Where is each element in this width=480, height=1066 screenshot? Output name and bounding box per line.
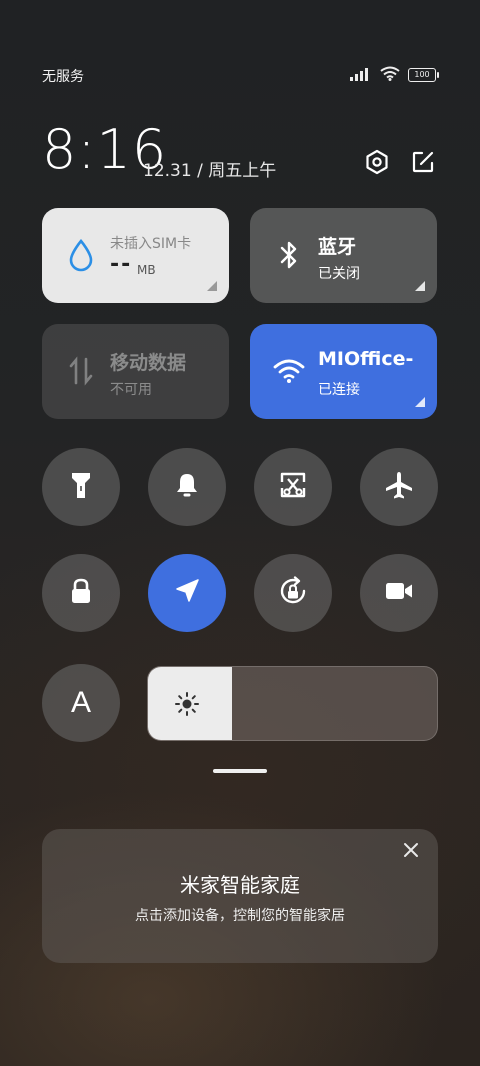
edit-button[interactable]	[408, 149, 438, 179]
airplane-mode-toggle[interactable]	[360, 448, 438, 526]
bell-icon	[174, 471, 200, 503]
card-title: 米家智能家庭	[180, 873, 300, 897]
signal-icon	[350, 66, 372, 85]
bluetooth-tile[interactable]: 蓝牙 已关闭	[250, 208, 437, 303]
wifi-tile[interactable]: MIOffice- 已连接	[250, 324, 437, 419]
sun-icon	[174, 691, 200, 717]
auto-brightness-toggle[interactable]: A	[42, 664, 120, 742]
expand-corner-icon	[415, 397, 425, 407]
lock-screen-toggle[interactable]	[42, 554, 120, 632]
flashlight-icon	[69, 470, 93, 504]
sim-status: 未插入SIM卡	[110, 236, 192, 252]
airplane-icon	[384, 470, 414, 504]
bluetooth-status: 已关闭	[318, 266, 360, 282]
lock-icon	[69, 577, 93, 609]
expand-corner-icon	[207, 281, 217, 291]
settings-icon	[364, 149, 390, 179]
expand-corner-icon	[415, 281, 425, 291]
screen-recorder-toggle[interactable]	[360, 554, 438, 632]
bluetooth-title: 蓝牙	[318, 236, 357, 258]
mobile-data-tile[interactable]: 移动数据 不可用	[42, 324, 229, 419]
wifi-icon	[380, 66, 400, 85]
data-usage-tile[interactable]: 未插入SIM卡 -- MB	[42, 208, 229, 303]
mi-home-card[interactable]: 米家智能家庭 点击添加设备，控制您的智能家居	[42, 829, 438, 963]
edit-icon	[411, 150, 435, 178]
close-icon	[403, 842, 419, 862]
drag-handle[interactable]	[213, 769, 267, 773]
rotation-lock-toggle[interactable]	[254, 554, 332, 632]
status-icons: 100	[350, 66, 439, 85]
card-subtitle: 点击添加设备，控制您的智能家居	[135, 908, 345, 924]
data-usage-unit: MB	[137, 263, 156, 277]
settings-button[interactable]	[362, 149, 392, 179]
close-button[interactable]	[400, 841, 422, 863]
mobile-data-status: 不可用	[110, 382, 152, 398]
mobile-data-icon	[64, 354, 98, 388]
location-toggle[interactable]	[148, 554, 226, 632]
video-camera-icon	[384, 580, 414, 606]
brightness-slider[interactable]	[147, 666, 438, 741]
mobile-data-title: 移动数据	[110, 352, 187, 374]
wifi-status: 已连接	[318, 382, 360, 398]
wifi-network-name: MIOffice-	[318, 348, 414, 370]
battery-icon: 100	[408, 68, 439, 82]
bluetooth-icon	[272, 238, 306, 272]
wifi-icon	[272, 354, 306, 388]
carrier-status: 无服务	[42, 69, 84, 85]
data-usage-value: --	[110, 252, 133, 277]
water-drop-icon	[64, 238, 98, 272]
location-arrow-icon	[173, 577, 201, 609]
screenshot-toggle[interactable]	[254, 448, 332, 526]
rotation-lock-icon	[277, 575, 309, 611]
bell-toggle[interactable]	[148, 448, 226, 526]
flashlight-toggle[interactable]	[42, 448, 120, 526]
screenshot-icon	[279, 471, 307, 503]
auto-brightness-label: A	[70, 686, 91, 719]
clock-date[interactable]: 12.31 / 周五上午	[143, 156, 276, 181]
